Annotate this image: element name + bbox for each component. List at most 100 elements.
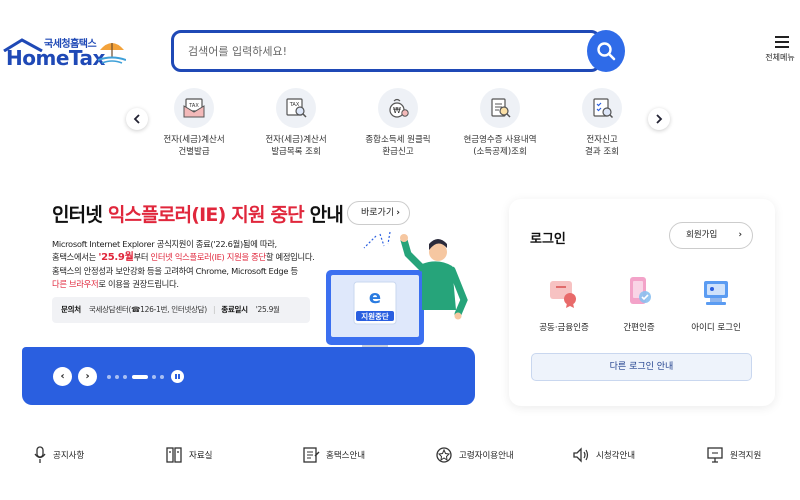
desc-text: 홈택스에서는 [52,252,99,263]
quick-menu-label-line1: 전자(세금)계산서 [163,135,225,145]
chevron-right-icon [656,114,663,124]
desc-highlight: 다른 브라우저 [52,279,99,290]
bottom-link-label: 고령자이용안내 [459,451,514,461]
notice-link[interactable]: 공지사항 [33,444,84,466]
quick-menu-item-cash-receipt[interactable]: 현금영수증 사용내역 (소득공제)조회 [450,88,550,158]
chevron-right-icon: › [85,371,90,382]
carousel-dot[interactable] [123,375,127,379]
quick-menu-item-income-tax[interactable]: ₩ 종합소득세 원클릭 환급신고 [348,88,448,158]
carousel-pause-button[interactable] [171,370,184,383]
illus-caption: 지원중단 [361,311,389,321]
umbrella-icon [98,43,126,64]
all-menu-label: 전체메뉴 [765,53,795,62]
cash-receipt-search-icon [480,88,520,128]
login-title: 로그인 [530,232,566,247]
banner-title-part: 인터넷 [52,204,108,226]
quick-menu-label-line1: 전자신고 [586,135,618,145]
carousel-dot[interactable] [160,375,164,379]
hamburger-icon [775,36,789,48]
logo-wordmark: HomeTax [6,46,105,70]
hometax-guide-link[interactable]: 홈택스안내 [302,444,365,466]
quick-menu-item-e-filing[interactable]: 전자신고결과 조회 [552,88,652,158]
desc-text: 할 예정입니다. [265,252,315,263]
search-button[interactable] [587,30,625,72]
audiovisual-guide-link[interactable]: 시청각안내 [572,444,635,466]
elderly-guide-icon [436,447,452,463]
quick-menu-label-line2: 건별발급 [178,147,210,157]
chevron-right-icon: › [738,230,742,240]
carousel-dot-active[interactable] [132,375,148,379]
tax-invoice-search-icon: TAX [276,88,316,128]
tax-invoice-icon: TAX [174,88,214,128]
quick-menu-item-invoice-list[interactable]: TAX 전자(세금)계산서발급목록 조회 [246,88,346,158]
chevron-left-icon [133,114,140,124]
desc-line: 다른 브라우저로 이용을 권장드립니다. [52,278,352,291]
pause-icon [178,374,180,379]
sign-up-label: 회원가입 [686,230,718,240]
carousel-dot[interactable] [115,375,119,379]
e-filing-result-icon [582,88,622,128]
id-login-option[interactable]: 아이디 로그인 [676,275,756,333]
svg-text:TAX: TAX [188,103,199,109]
desc-line: Microsoft Internet Explorer 공식지원이 종료('22… [52,239,277,249]
search-input[interactable] [188,33,548,69]
bottom-link-label: 홈택스안내 [326,451,366,461]
hometax-logo[interactable]: 국세청홈택스 HomeTax [3,34,130,74]
bottom-link-label: 공지사항 [53,451,85,461]
bottom-link-label: 시청각안내 [596,451,636,461]
banner-description: Microsoft Internet Explorer 공식지원이 종료('22… [52,238,352,292]
login-option-label: 간편인증 [623,323,655,333]
desc-highlight: 인터넷 익스플로러(IE) 지원을 중단 [150,252,267,263]
chevron-right-icon: › [396,208,400,218]
end-date-label: 종료일시 [221,305,248,314]
quick-menu-item-invoice-issue[interactable]: TAX 전자(세금)계산서건별발급 [144,88,244,158]
quick-menu-label-line1: 전자(세금)계산서 [265,135,327,145]
carousel-dot[interactable] [107,375,111,379]
simple-auth-icon [630,277,651,304]
chevron-left-icon: ‹ [60,371,65,382]
all-menu-button[interactable]: 전체메뉴 [764,36,800,70]
remote-support-icon [707,447,723,463]
login-option-label: 공동·금융인증 [539,323,589,333]
svg-text:₩: ₩ [393,106,401,115]
desc-text: 부터 [133,252,151,263]
other-login-guide-button[interactable]: 다른 로그인 안내 [531,353,752,381]
quick-menu-label-line2: (소득공제)조회 [473,147,527,157]
remote-support-link[interactable]: 원격지원 [706,444,761,466]
quick-menu-label-line2: 결과 조회 [585,147,619,157]
archive-link[interactable]: 자료실 [165,444,212,466]
end-date-value: '25.9월 [255,305,280,314]
bottom-link-label: 자료실 [189,451,213,461]
login-option-label: 아이디 로그인 [691,323,741,333]
guide-icon [303,447,320,463]
banner-title-highlight: 익스플로러(IE) 지원 중단 [107,204,305,226]
desc-text: 로 이용을 권장드립니다. [98,279,179,290]
simple-auth-login-option[interactable]: 간편인증 [599,275,679,333]
quick-menu-label-line2: 발급목록 조회 [271,147,321,157]
contact-label: 문의처 [61,305,81,314]
search-box [171,30,601,72]
income-tax-refund-icon: ₩ [378,88,418,128]
sign-up-button[interactable]: 회원가입 › [669,222,753,249]
pause-icon [175,374,177,379]
carousel-dot[interactable] [152,375,156,379]
elderly-guide-link[interactable]: 고령자이용안내 [435,444,514,466]
carousel-prev-button[interactable]: ‹ [53,367,72,386]
quick-menu-label-line1: 종합소득세 원클릭 [365,135,431,145]
banner-info-box: 문의처 국세상담센터(☎126-1번, 인터넷상담) | 종료일시 '25.9월 [52,297,310,323]
microphone-icon [34,446,46,463]
banner-title: 인터넷 익스플로러(IE) 지원 중단 안내 [52,200,344,227]
banner-goto-button[interactable]: 바로가기 › [347,201,410,225]
divider: | [212,305,216,314]
archive-icon [166,447,182,463]
id-login-icon [704,281,728,305]
svg-text:e: e [369,287,381,308]
desc-line: 홈택스의 안정성과 보안강화 등을 고려하여 Chrome, Microsoft… [52,265,298,276]
carousel-next-button[interactable]: › [78,367,97,386]
contact-value: 국세상담센터(☎126-1번, 인터넷상담) [88,305,207,314]
certificate-login-option[interactable]: 공동·금융인증 [524,275,604,333]
banner-title-part: 안내 [303,204,344,226]
desc-line: 홈택스에서는 '25.9월부터 인터넷 익스플로러(IE) 지원을 중단할 예정… [52,251,352,264]
quick-menu-next-button[interactable] [648,108,670,130]
goto-label: 바로가기 [361,208,395,218]
